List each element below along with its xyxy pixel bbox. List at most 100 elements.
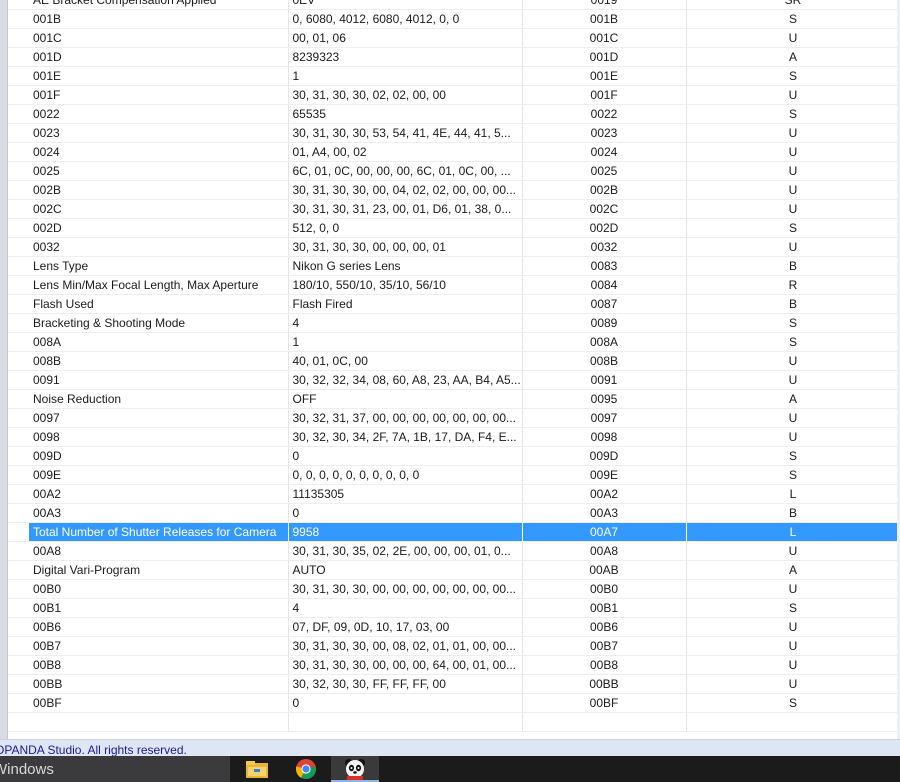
tag-name-cell: 001E	[29, 66, 289, 86]
table-row[interactable]: 00A3 0 00A3 B	[8, 503, 900, 523]
tag-type-cell	[686, 712, 900, 732]
row-gutter	[8, 484, 29, 504]
table-row[interactable]: 00BB 30, 32, 30, 30, FF, FF, FF, 00 00BB U	[8, 674, 900, 694]
taskbar-file-explorer-button[interactable]	[233, 756, 281, 782]
table-row[interactable]: 0024 01, A4, 00, 02 0024 U	[8, 142, 900, 162]
table-row[interactable]: 00BF 0 00BF S	[8, 693, 900, 713]
tag-type-cell: U	[686, 180, 900, 200]
table-row[interactable]: 0022 65535 0022 S	[8, 104, 900, 124]
table-row[interactable]: 0032 30, 31, 30, 30, 00, 00, 00, 01 0032 U	[8, 237, 900, 257]
tag-value-cell: 1	[288, 66, 523, 86]
windows-taskbar: Windows	[0, 756, 900, 782]
exif-table-container[interactable]: AE Bracket Compensation Applied 0EV 0019 SR…	[8, 0, 900, 734]
table-row[interactable]: 001F 30, 31, 30, 30, 02, 02, 00, 00 001F U	[8, 85, 900, 105]
tag-id-cell: 0019	[522, 0, 687, 10]
tag-type-cell: B	[686, 256, 900, 276]
table-row-selected[interactable]: Total Number of Shutter Releases for Cam…	[8, 522, 900, 542]
table-row[interactable]: 00B0 30, 31, 30, 30, 00, 00, 00, 00, 00, …	[8, 579, 900, 599]
table-row[interactable]	[8, 712, 900, 732]
status-bar: OPANDA Studio. All rights reserved.	[0, 739, 900, 757]
table-row[interactable]: 008B 40, 01, 0C, 00 008B U	[8, 351, 900, 371]
table-row[interactable]: Noise Reduction OFF 0095 A	[8, 389, 900, 409]
tag-value-cell: 01, A4, 00, 02	[288, 142, 523, 162]
tag-id-cell: 00B1	[522, 598, 687, 618]
table-row[interactable]: 009E 0, 0, 0, 0, 0, 0, 0, 0, 0, 0 009E S	[8, 465, 900, 485]
tag-name-cell: 0022	[29, 104, 289, 124]
tag-id-cell: 0025	[522, 161, 687, 181]
tag-value-cell: 0	[288, 693, 523, 713]
table-row[interactable]: 001E 1 001E S	[8, 66, 900, 86]
table-row[interactable]: 008A 1 008A S	[8, 332, 900, 352]
tag-type-cell: S	[686, 693, 900, 713]
tag-name-cell: AE Bracket Compensation Applied	[29, 0, 289, 10]
row-gutter	[8, 161, 29, 181]
table-row[interactable]: 0023 30, 31, 30, 30, 53, 54, 41, 4E, 44, …	[8, 123, 900, 143]
table-row[interactable]: Bracketing & Shooting Mode 4 0089 S	[8, 313, 900, 333]
table-row[interactable]: Flash Used Flash Fired 0087 B	[8, 294, 900, 314]
row-gutter	[8, 85, 29, 105]
table-row[interactable]: Digital Vari-Program AUTO 00AB A	[8, 560, 900, 580]
table-row[interactable]: 00B6 07, DF, 09, 0D, 10, 17, 03, 00 00B6 U	[8, 617, 900, 637]
tag-type-cell: B	[686, 294, 900, 314]
tag-value-cell: 0	[288, 446, 523, 466]
tag-id-cell: 0091	[522, 370, 687, 390]
table-row[interactable]: 001B 0, 6080, 4012, 6080, 4012, 0, 0 001B S	[8, 9, 900, 29]
tag-value-cell: 512, 0, 0	[288, 218, 523, 238]
exif-tag-table: AE Bracket Compensation Applied 0EV 0019 SR…	[8, 0, 900, 732]
table-row[interactable]: 00B8 30, 31, 30, 30, 00, 00, 00, 64, 00, …	[8, 655, 900, 675]
tag-id-cell: 0087	[522, 294, 687, 314]
row-gutter	[8, 256, 29, 276]
tag-id-cell: 0089	[522, 313, 687, 333]
tag-id-cell: 0022	[522, 104, 687, 124]
table-row[interactable]: 002C 30, 31, 30, 31, 23, 00, 01, D6, 01, …	[8, 199, 900, 219]
table-row[interactable]: 001D 8239323 001D A	[8, 47, 900, 67]
table-row[interactable]: 0098 30, 32, 30, 34, 2F, 7A, 1B, 17, DA, …	[8, 427, 900, 447]
tag-id-cell: 0024	[522, 142, 687, 162]
tag-value-cell: 30, 32, 31, 37, 00, 00, 00, 00, 00, 00, …	[288, 408, 523, 428]
tag-type-cell: U	[686, 408, 900, 428]
tag-name-cell: 00BB	[29, 674, 289, 694]
tag-value-cell: 1	[288, 332, 523, 352]
table-row[interactable]: 002B 30, 31, 30, 30, 00, 04, 02, 02, 00, …	[8, 180, 900, 200]
tag-type-cell: U	[686, 142, 900, 162]
tag-type-cell: L	[686, 484, 900, 504]
table-row[interactable]: 002D 512, 0, 0 002D S	[8, 218, 900, 238]
tag-value-cell: AUTO	[288, 560, 523, 580]
row-gutter	[8, 579, 29, 599]
row-gutter	[8, 313, 29, 333]
tag-name-cell: 002B	[29, 180, 289, 200]
tag-name-cell: 00B1	[29, 598, 289, 618]
table-row[interactable]: 00B1 4 00B1 S	[8, 598, 900, 618]
row-gutter	[8, 636, 29, 656]
table-row[interactable]: AE Bracket Compensation Applied 0EV 0019 SR	[8, 0, 900, 10]
row-gutter	[8, 332, 29, 352]
table-row[interactable]: Lens Type Nikon G series Lens 0083 B	[8, 256, 900, 276]
taskbar-search-box[interactable]: Windows	[0, 756, 230, 782]
row-gutter	[8, 408, 29, 428]
tag-value-cell: 0, 0, 0, 0, 0, 0, 0, 0, 0, 0	[288, 465, 523, 485]
window-left-border	[0, 0, 8, 739]
tag-id-cell: 009E	[522, 465, 687, 485]
tag-value-cell: 0	[288, 503, 523, 523]
copyright-text: OPANDA Studio. All rights reserved.	[0, 743, 187, 757]
tag-type-cell: A	[686, 389, 900, 409]
tag-value-cell: 6C, 01, 0C, 00, 00, 00, 6C, 01, 0C, 00, …	[288, 161, 523, 181]
table-row[interactable]: 001C 00, 01, 06 001C U	[8, 28, 900, 48]
tag-name-cell: 0023	[29, 123, 289, 143]
tag-type-cell: S	[686, 218, 900, 238]
table-row[interactable]: 00A8 30, 31, 30, 35, 02, 2E, 00, 00, 00, …	[8, 541, 900, 561]
table-row[interactable]: 0091 30, 32, 32, 34, 08, 60, A8, 23, AA, …	[8, 370, 900, 390]
table-row[interactable]: 0025 6C, 01, 0C, 00, 00, 00, 6C, 01, 0C, …	[8, 161, 900, 181]
table-row[interactable]: 0097 30, 32, 31, 37, 00, 00, 00, 00, 00, …	[8, 408, 900, 428]
taskbar-panda-app-button[interactable]	[331, 756, 379, 782]
table-row[interactable]: 00A2 11135305 00A2 L	[8, 484, 900, 504]
row-gutter	[8, 598, 29, 618]
row-gutter	[8, 237, 29, 257]
table-row[interactable]: Lens Min/Max Focal Length, Max Aperture 1…	[8, 275, 900, 295]
tag-id-cell: 0083	[522, 256, 687, 276]
tag-type-cell: S	[686, 446, 900, 466]
taskbar-chrome-button[interactable]	[282, 756, 330, 782]
tag-name-cell	[29, 712, 289, 732]
table-row[interactable]: 009D 0 009D S	[8, 446, 900, 466]
table-row[interactable]: 00B7 30, 31, 30, 30, 00, 08, 02, 01, 01, …	[8, 636, 900, 656]
